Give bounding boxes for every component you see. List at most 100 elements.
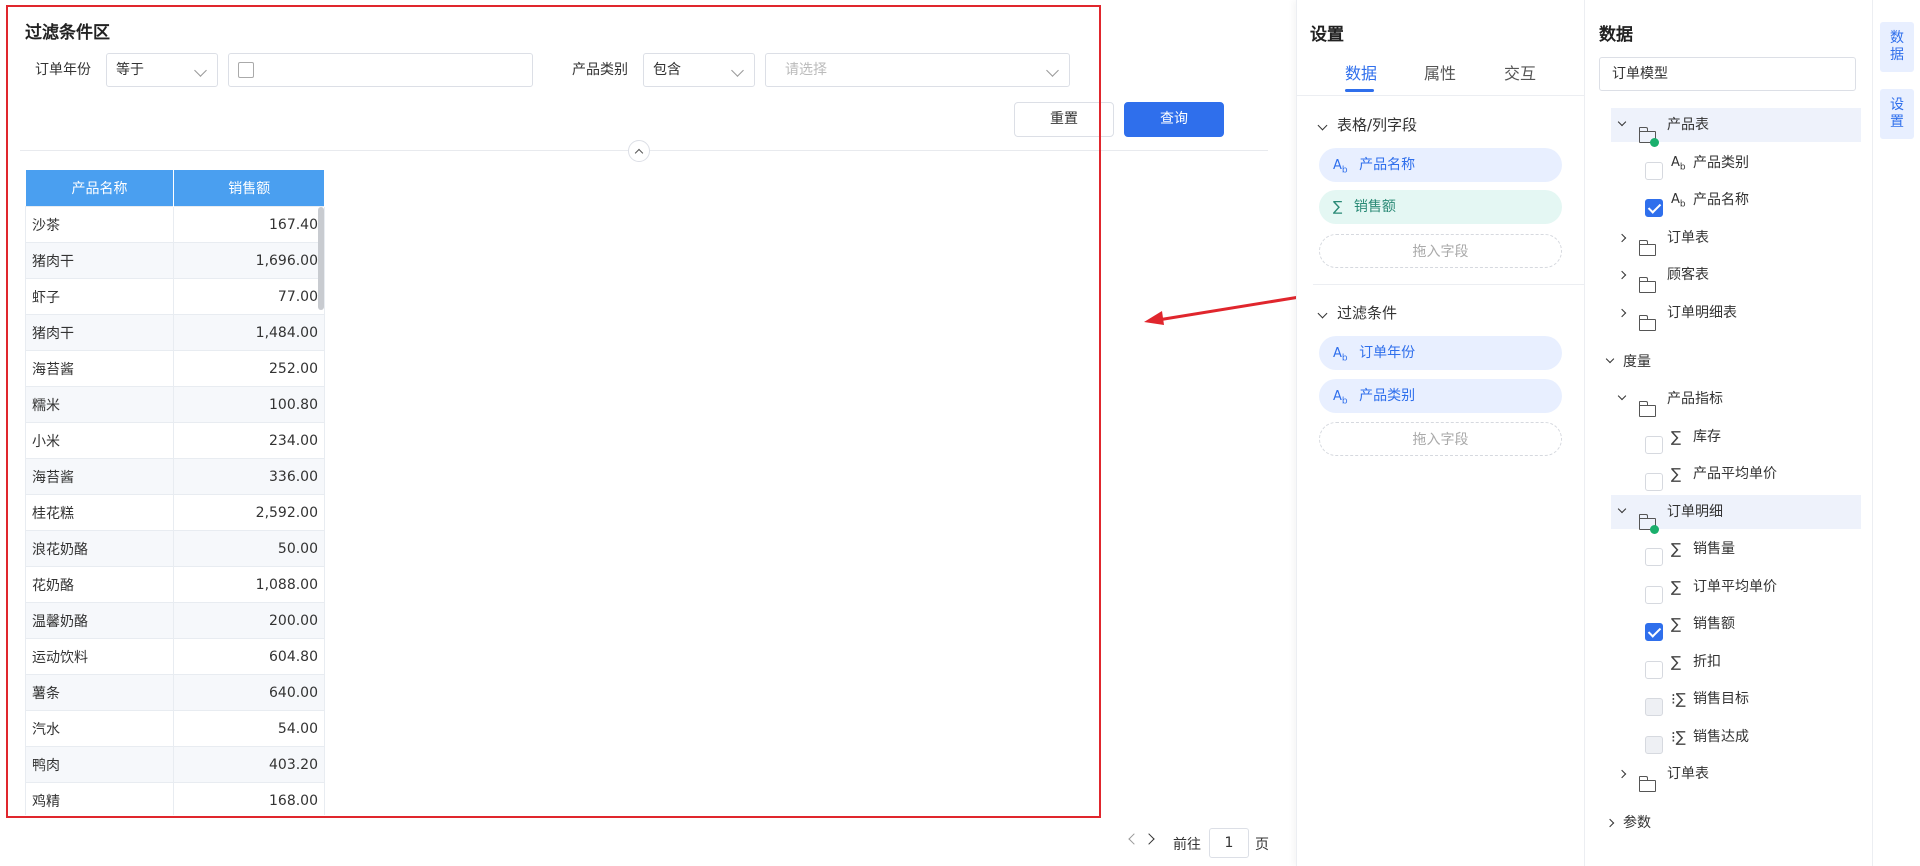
chevron-down-icon[interactable] [1605, 354, 1615, 364]
tree-measure-sales-target[interactable]: ⁝∑ 销售目标 [1635, 682, 1861, 716]
tree-measure-stock[interactable]: ∑ 库存 [1635, 420, 1861, 454]
settings-panel-title: 设置 [1310, 25, 1344, 45]
folder-icon [1638, 277, 1656, 293]
section-divider [1313, 284, 1585, 285]
calculated-measure-icon: ⁝∑ [1671, 690, 1686, 708]
tree-group-parameters[interactable]: 参数 [1599, 806, 1861, 840]
chevron-right-icon[interactable] [1617, 270, 1627, 280]
chevron-right-icon[interactable] [1617, 769, 1627, 779]
folder-icon [1638, 240, 1656, 256]
checkbox[interactable] [1645, 548, 1663, 566]
tree-item-label: 折扣 [1693, 654, 1721, 670]
checkbox[interactable] [1645, 698, 1663, 716]
tree-folder-order-table-2[interactable]: 订单表 [1611, 757, 1861, 792]
filter-conditions-section-title: 过滤条件 [1337, 304, 1398, 322]
chevron-down-icon[interactable] [1317, 119, 1328, 135]
side-tab-settings[interactable]: 设置 [1880, 89, 1914, 139]
measure-sum-icon: ∑ [1671, 465, 1682, 483]
measure-sum-icon: ∑ [1671, 578, 1682, 596]
tree-item-label: 产品平均单价 [1693, 466, 1777, 482]
field-chip-order-year[interactable]: Ab 订单年份 [1319, 336, 1562, 370]
checkbox[interactable] [1645, 473, 1663, 491]
active-tab-indicator [1345, 89, 1374, 92]
measure-sum-icon: ∑ [1671, 615, 1682, 633]
tree-item-label: 销售量 [1693, 541, 1735, 557]
page-number-input[interactable]: 1 [1209, 828, 1249, 858]
tree-measure-sales-amount[interactable]: ∑ 销售额 [1635, 607, 1861, 641]
tree-item-label: 度量 [1623, 354, 1651, 370]
tree-folder-order-detail-table[interactable]: 订单明细表 [1611, 296, 1861, 331]
tree-item-label: 参数 [1623, 815, 1651, 831]
tab-interaction[interactable]: 交互 [1504, 60, 1536, 84]
query-button[interactable]: 查询 [1124, 102, 1224, 137]
chevron-right-icon[interactable] [1605, 818, 1615, 828]
field-chip-label: 订单年份 [1359, 345, 1416, 361]
side-tab-data[interactable]: 数据 [1880, 22, 1914, 72]
tree-folder-order-detail[interactable]: 订单明细 [1611, 495, 1861, 534]
tree-item-label: 产品类别 [1693, 155, 1749, 171]
field-chip-label: 销售额 [1353, 199, 1396, 215]
goto-label: 前往 [1173, 837, 1201, 853]
tree-folder-customer-table[interactable]: 顾客表 [1611, 258, 1861, 293]
checkbox[interactable] [1645, 736, 1663, 754]
checkbox[interactable] [1645, 623, 1663, 641]
tree-folder-product-metrics[interactable]: 产品指标 [1611, 382, 1861, 417]
tree-group-measures[interactable]: 度量 [1599, 345, 1861, 379]
tree-item-label: 产品名称 [1693, 192, 1749, 208]
chevron-down-icon[interactable] [1617, 391, 1627, 401]
checkbox[interactable] [1645, 586, 1663, 604]
tree-field-product-name[interactable]: Ab 产品名称 [1635, 183, 1861, 217]
tree-measure-discount[interactable]: ∑ 折扣 [1635, 645, 1861, 679]
model-select[interactable]: 订单模型 [1599, 57, 1856, 91]
tree-folder-product-table[interactable]: 产品表 [1611, 108, 1861, 147]
chevron-right-icon[interactable] [1617, 308, 1627, 318]
tab-properties[interactable]: 属性 [1424, 60, 1456, 84]
side-tab-bar: 数据 设置 [1872, 0, 1920, 866]
folder-icon [1638, 127, 1659, 147]
checkbox[interactable] [1645, 199, 1663, 217]
tree-measure-sales-achievement[interactable]: ⁝∑ 销售达成 [1635, 720, 1861, 754]
calculated-measure-icon: ⁝∑ [1671, 728, 1686, 746]
tree-item-label: 产品指标 [1667, 391, 1723, 407]
tree-item-label: 销售目标 [1693, 691, 1749, 707]
checkbox[interactable] [1645, 436, 1663, 454]
settings-panel: 设置 数据 属性 交互 表格/列字段 Ab 产品名称 ∑ 销售额 拖入字段 过滤… [1296, 0, 1585, 866]
prev-page-icon[interactable] [1127, 833, 1140, 845]
field-chip-label: 产品名称 [1359, 157, 1416, 173]
measure-sum-icon: ∑ [1333, 199, 1343, 215]
side-tab-data-label: 数据 [1890, 30, 1904, 63]
text-field-icon: Ab [1333, 389, 1348, 407]
tree-item-label: 订单明细表 [1667, 305, 1737, 321]
checkbox[interactable] [1645, 162, 1663, 180]
checkbox[interactable] [1645, 661, 1663, 679]
tree-item-label: 库存 [1693, 429, 1721, 445]
field-chip-product-category[interactable]: Ab 产品类别 [1319, 379, 1562, 413]
tree-measure-sales-qty[interactable]: ∑ 销售量 [1635, 532, 1861, 566]
next-page-icon[interactable] [1143, 833, 1157, 845]
chevron-down-icon[interactable] [1317, 307, 1328, 323]
tree-measure-order-avg-price[interactable]: ∑ 订单平均单价 [1635, 570, 1861, 604]
table-fields-section-title: 表格/列字段 [1337, 116, 1418, 134]
side-tab-settings-label: 设置 [1890, 97, 1904, 130]
tree-item-label: 顾客表 [1667, 267, 1709, 283]
chevron-down-icon[interactable] [1617, 504, 1627, 514]
chevron-right-icon[interactable] [1617, 233, 1627, 243]
drop-field-zone-filter[interactable]: 拖入字段 [1319, 422, 1562, 456]
folder-icon [1638, 514, 1659, 534]
tree-item-label: 产品表 [1667, 117, 1709, 133]
field-chip-product-name[interactable]: Ab 产品名称 [1319, 148, 1562, 182]
folder-icon [1638, 776, 1656, 792]
folder-icon [1638, 315, 1656, 331]
tree-measure-avg-unit-price[interactable]: ∑ 产品平均单价 [1635, 457, 1861, 491]
page-suffix-label: 页 [1255, 837, 1269, 853]
tree-item-label: 订单表 [1667, 230, 1709, 246]
measure-sum-icon: ∑ [1671, 428, 1682, 446]
folder-icon [1638, 401, 1656, 417]
tree-field-product-category[interactable]: Ab 产品类别 [1635, 146, 1861, 180]
tab-data[interactable]: 数据 [1345, 60, 1377, 84]
text-field-icon: Ab [1671, 192, 1686, 210]
tree-folder-order-table[interactable]: 订单表 [1611, 221, 1861, 256]
field-chip-sales-amount[interactable]: ∑ 销售额 [1319, 190, 1562, 224]
drop-field-zone-table[interactable]: 拖入字段 [1319, 234, 1562, 268]
chevron-down-icon[interactable] [1617, 117, 1627, 127]
